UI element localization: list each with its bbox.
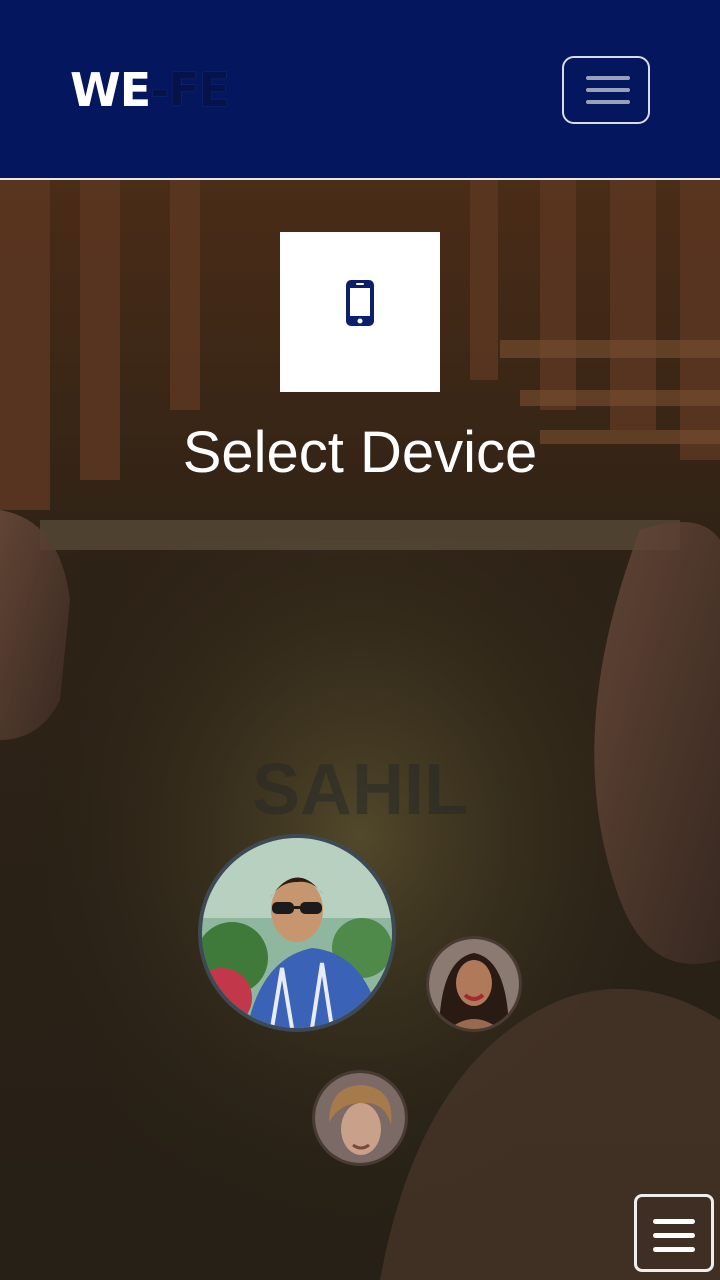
top-navbar: WE-FE [0,0,720,180]
avatar-user-main[interactable] [198,834,396,1032]
mobile-phone-icon [346,280,374,326]
select-device-title: Select Device [182,420,538,485]
profile-name-watermark: SAHIL [252,750,468,830]
navbar-menu-button[interactable] [562,56,650,124]
floating-menu-button[interactable] [634,1194,714,1272]
select-device-tile[interactable] [280,232,440,392]
hamburger-icon [653,1219,695,1224]
person-photo-icon [429,939,519,1029]
person-photo-icon [315,1073,405,1163]
hamburger-icon [586,76,630,80]
avatar-user-2[interactable] [426,936,522,1032]
person-photo-icon [202,838,392,1028]
brand-logo[interactable]: WE-FE [70,62,230,118]
brand-text-primary: WE [70,63,151,117]
avatar-user-3[interactable] [312,1070,408,1166]
brand-text-secondary: -FE [150,63,230,117]
